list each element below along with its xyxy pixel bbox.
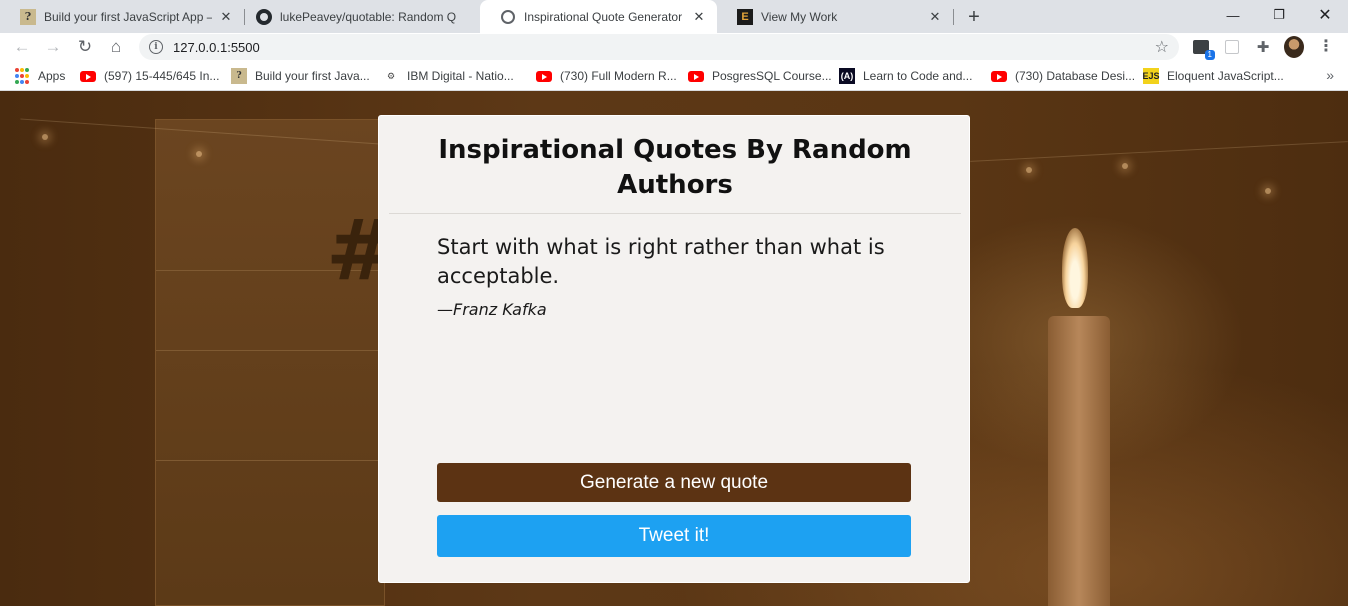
title-divider xyxy=(389,213,961,214)
extension-grid-button[interactable] xyxy=(1222,37,1242,57)
bookmark-label: Eloquent JavaScript... xyxy=(1167,69,1284,83)
viewmywork-icon: E xyxy=(737,8,753,25)
grid-icon xyxy=(1225,40,1239,54)
background-light-string xyxy=(970,141,1348,162)
kebab-menu-icon: ⋮ xyxy=(1318,38,1334,55)
close-icon[interactable]: ✕ xyxy=(218,9,234,25)
address-bar[interactable]: i 127.0.0.1:5500 ☆ xyxy=(139,34,1179,60)
page-viewport: # Inspirational Quotes By Random Authors… xyxy=(0,91,1348,606)
bookmark-item[interactable]: EJS Eloquent JavaScript... xyxy=(1143,67,1284,85)
bookmarks-bar: Apps (597) 15-445/645 In... ? Build your… xyxy=(0,61,1348,91)
background-light xyxy=(196,151,202,157)
bookmark-label: Apps xyxy=(38,69,66,83)
quote-author: —Franz Kafka xyxy=(437,300,547,319)
close-window-button[interactable]: ✕ xyxy=(1302,0,1348,30)
bookmark-apps[interactable]: Apps xyxy=(14,67,65,85)
bookmark-item[interactable]: PosgresSQL Course... xyxy=(688,67,832,85)
background-light xyxy=(1026,167,1032,173)
youtube-icon xyxy=(536,68,552,84)
tab-strip: ? Build your first JavaScript App — ✕ lu… xyxy=(0,0,1348,33)
puzzle-icon: ✚ xyxy=(1256,39,1270,56)
candle xyxy=(1048,316,1110,606)
browser-toolbar: ← → ↻ ⌂ i 127.0.0.1:5500 ☆ 1 ✚ ⋮ xyxy=(0,33,1348,61)
ejs-icon: EJS xyxy=(1143,68,1160,84)
tab-view-my-work[interactable]: E View My Work ✕ xyxy=(717,1,953,32)
bookmark-item[interactable]: (597) 15-445/645 In... xyxy=(80,67,219,85)
minimize-button[interactable]: — xyxy=(1210,0,1256,30)
info-icon[interactable]: i xyxy=(149,40,163,54)
bookmark-item[interactable]: ⚙ IBM Digital - Natio... xyxy=(383,67,514,85)
extensions-puzzle-button[interactable]: ✚ xyxy=(1253,37,1273,57)
restore-button[interactable]: ❐ xyxy=(1256,0,1302,30)
youtube-icon xyxy=(80,68,96,84)
extension-box-icon: 1 xyxy=(1193,40,1215,60)
quote-card: Inspirational Quotes By Random Authors S… xyxy=(378,115,970,583)
background-light xyxy=(1265,188,1271,194)
bookmarks-overflow-icon[interactable]: » xyxy=(1326,67,1334,83)
bookmark-label: Learn to Code and... xyxy=(863,69,973,83)
page-title: Inspirational Quotes By Random Authors xyxy=(438,135,912,200)
generate-quote-button[interactable]: Generate a new quote xyxy=(437,463,911,502)
new-tab-button[interactable]: + xyxy=(962,5,986,29)
tab-quotable-github[interactable]: lukePeavey/quotable: Random Q xyxy=(236,1,480,32)
bookmark-item[interactable]: (730) Full Modern R... xyxy=(536,67,677,85)
tab-divider xyxy=(953,9,954,25)
bookmark-item[interactable]: (A) Learn to Code and... xyxy=(839,67,972,85)
background-board xyxy=(155,119,386,606)
ibm-icon: ⚙ xyxy=(386,70,396,81)
background-light xyxy=(1122,163,1128,169)
extension-badge: 1 xyxy=(1204,50,1215,60)
bookmark-label: (730) Full Modern R... xyxy=(560,69,677,83)
bookmark-label: IBM Digital - Natio... xyxy=(407,69,514,83)
bookmark-item[interactable]: (730) Database Desi... xyxy=(991,67,1135,85)
bookmark-label: (597) 15-445/645 In... xyxy=(104,69,220,83)
tab-title: lukePeavey/quotable: Random Q xyxy=(280,9,457,24)
candle-flame xyxy=(1062,228,1088,308)
bookmark-label: (730) Database Desi... xyxy=(1015,69,1136,83)
avatar xyxy=(1284,36,1304,58)
freecodecamp-icon: (A) xyxy=(839,68,855,84)
home-button[interactable]: ⌂ xyxy=(104,35,128,59)
menu-button[interactable]: ⋮ xyxy=(1316,37,1336,57)
youtube-icon xyxy=(991,68,1007,84)
tab-quote-generator[interactable]: Inspirational Quote Generator ✕ xyxy=(480,0,717,33)
bookmark-label: PosgresSQL Course... xyxy=(712,69,832,83)
bookmark-item[interactable]: ? Build your first Java... xyxy=(231,67,370,85)
tab-title: Inspirational Quote Generator xyxy=(524,9,683,24)
back-button[interactable]: ← xyxy=(10,35,34,59)
close-icon[interactable]: ✕ xyxy=(927,9,943,25)
url-text[interactable]: 127.0.0.1:5500 xyxy=(173,40,260,55)
dc-icon: ? xyxy=(231,68,247,84)
tab-title: Build your first JavaScript App — xyxy=(44,9,212,24)
reload-button[interactable]: ↻ xyxy=(73,35,97,59)
tweet-button[interactable]: Tweet it! xyxy=(437,515,911,557)
github-icon xyxy=(256,8,272,25)
tab-build-first-js-app[interactable]: ? Build your first JavaScript App — ✕ xyxy=(0,1,244,32)
close-icon[interactable]: ✕ xyxy=(691,9,707,25)
forward-button[interactable]: → xyxy=(41,35,65,59)
extension-button[interactable]: 1 xyxy=(1191,37,1215,60)
bookmark-label: Build your first Java... xyxy=(255,69,370,83)
profile-button[interactable] xyxy=(1284,36,1304,58)
apps-icon xyxy=(14,68,30,84)
tab-title: View My Work xyxy=(761,9,838,24)
dc-icon: ? xyxy=(20,8,36,25)
quote-text: Start with what is right rather than wha… xyxy=(437,235,885,288)
bookmark-star-icon[interactable]: ☆ xyxy=(1155,37,1169,57)
background-light xyxy=(42,134,48,140)
globe-icon xyxy=(500,9,516,25)
youtube-icon xyxy=(688,68,704,84)
